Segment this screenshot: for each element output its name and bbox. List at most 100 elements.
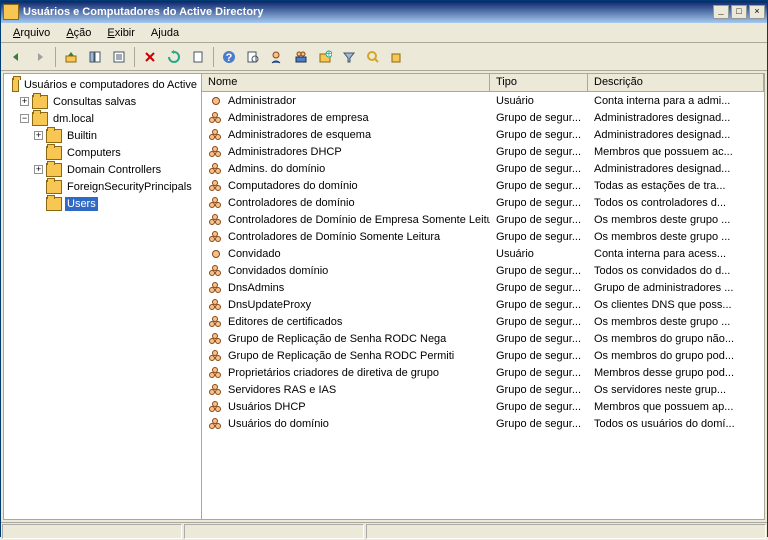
list-panel: Nome Tipo Descrição AdministradorUsuário… xyxy=(202,74,764,519)
group-icon xyxy=(208,280,224,296)
close-button[interactable]: × xyxy=(749,5,765,19)
menu-acao[interactable]: Ação xyxy=(58,25,99,41)
cell-type: Grupo de segur... xyxy=(490,332,588,346)
collapse-icon[interactable]: − xyxy=(20,114,29,123)
list-row[interactable]: Servidores RAS e IASGrupo de segur...Os … xyxy=(202,381,764,398)
delete-button[interactable] xyxy=(139,46,161,68)
cell-desc: Membros desse grupo pod... xyxy=(588,366,764,380)
list-row[interactable]: Controladores de Domínio Somente Leitura… xyxy=(202,228,764,245)
tree-domain[interactable]: − dm.local xyxy=(6,110,199,127)
find-button[interactable] xyxy=(242,46,264,68)
expand-icon[interactable]: + xyxy=(20,97,29,106)
list-row[interactable]: Proprietários criadores de diretiva de g… xyxy=(202,364,764,381)
maximize-button[interactable]: □ xyxy=(731,5,747,19)
tree-domain-controllers[interactable]: + Domain Controllers xyxy=(6,161,199,178)
list-row[interactable]: Controladores de domínioGrupo de segur..… xyxy=(202,194,764,211)
cell-desc: Os membros do grupo não... xyxy=(588,332,764,346)
column-name[interactable]: Nome xyxy=(202,74,490,91)
cell-name: Administrador xyxy=(202,92,490,110)
list-row[interactable]: Administradores de empresaGrupo de segur… xyxy=(202,109,764,126)
forward-button[interactable] xyxy=(29,46,51,68)
expand-icon[interactable]: + xyxy=(34,165,43,174)
folder-icon xyxy=(32,95,48,109)
expand-icon[interactable]: + xyxy=(34,131,43,140)
cell-desc: Os membros deste grupo ... xyxy=(588,315,764,329)
cell-desc: Os membros do grupo pod... xyxy=(588,349,764,363)
title-text: Usuários e Computadores do Active Direct… xyxy=(23,6,711,18)
show-hide-button[interactable] xyxy=(84,46,106,68)
list-row[interactable]: Administradores de esquemaGrupo de segur… xyxy=(202,126,764,143)
list-row[interactable]: DnsAdminsGrupo de segur...Grupo de admin… xyxy=(202,279,764,296)
cell-desc: Os membros deste grupo ... xyxy=(588,230,764,244)
cell-name: Computadores do domínio xyxy=(202,177,490,195)
new-group-icon[interactable] xyxy=(290,46,312,68)
list-body[interactable]: AdministradorUsuárioConta interna para a… xyxy=(202,92,764,519)
list-row[interactable]: DnsUpdateProxyGrupo de segur...Os client… xyxy=(202,296,764,313)
tree-label: ForeignSecurityPrincipals xyxy=(65,180,194,194)
properties-button[interactable] xyxy=(108,46,130,68)
list-row[interactable]: Grupo de Replicação de Senha RODC NegaGr… xyxy=(202,330,764,347)
cell-name: Administradores de esquema xyxy=(202,126,490,144)
help-button[interactable]: ? xyxy=(218,46,240,68)
list-row[interactable]: Usuários DHCPGrupo de segur...Membros qu… xyxy=(202,398,764,415)
cell-desc: Administradores designad... xyxy=(588,128,764,142)
folder-icon xyxy=(32,112,48,126)
cell-desc: Os servidores neste grup... xyxy=(588,383,764,397)
list-row[interactable]: Grupo de Replicação de Senha RODC Permit… xyxy=(202,347,764,364)
refresh-button[interactable] xyxy=(163,46,185,68)
cell-desc: Os clientes DNS que poss... xyxy=(588,298,764,312)
tree-root[interactable]: Usuários e computadores do Active xyxy=(6,76,199,93)
list-row[interactable]: ConvidadoUsuárioConta interna para acess… xyxy=(202,245,764,262)
new-user-icon[interactable] xyxy=(266,46,288,68)
list-row[interactable]: Administradores DHCPGrupo de segur...Mem… xyxy=(202,143,764,160)
tree-foreign-security[interactable]: ForeignSecurityPrincipals xyxy=(6,178,199,195)
menu-arquivo[interactable]: Arquivo xyxy=(5,25,58,41)
cell-name: Convidados domínio xyxy=(202,262,490,280)
menu-exibir[interactable]: Exibir xyxy=(99,25,143,41)
list-row[interactable]: Editores de certificadosGrupo de segur..… xyxy=(202,313,764,330)
svg-text:?: ? xyxy=(226,52,233,64)
main-content: Usuários e computadores do Active + Cons… xyxy=(3,73,765,520)
add-query-icon[interactable] xyxy=(386,46,408,68)
menu-ajuda[interactable]: Ajuda xyxy=(143,25,187,41)
export-button[interactable] xyxy=(187,46,209,68)
cell-name: Proprietários criadores de diretiva de g… xyxy=(202,364,490,382)
tree-panel[interactable]: Usuários e computadores do Active + Cons… xyxy=(4,74,202,519)
search-icon[interactable] xyxy=(362,46,384,68)
cell-type: Grupo de segur... xyxy=(490,383,588,397)
column-type[interactable]: Tipo xyxy=(490,74,588,91)
tree-builtin[interactable]: + Builtin xyxy=(6,127,199,144)
tree-label: Consultas salvas xyxy=(51,95,138,109)
separator xyxy=(55,47,56,67)
cell-name: Controladores de domínio xyxy=(202,194,490,212)
back-button[interactable] xyxy=(5,46,27,68)
list-row[interactable]: Computadores do domínioGrupo de segur...… xyxy=(202,177,764,194)
tree-label: dm.local xyxy=(51,112,96,126)
cell-type: Grupo de segur... xyxy=(490,196,588,210)
cell-type: Grupo de segur... xyxy=(490,315,588,329)
group-icon xyxy=(208,178,224,194)
cell-type: Grupo de segur... xyxy=(490,366,588,380)
list-row[interactable]: Controladores de Domínio de Empresa Some… xyxy=(202,211,764,228)
tree-users[interactable]: Users xyxy=(6,195,199,212)
up-button[interactable] xyxy=(60,46,82,68)
new-ou-icon[interactable]: + xyxy=(314,46,336,68)
cell-type: Grupo de segur... xyxy=(490,264,588,278)
folder-icon xyxy=(46,180,62,194)
list-row[interactable]: Admins. do domínioGrupo de segur...Admin… xyxy=(202,160,764,177)
group-icon xyxy=(208,348,224,364)
list-row[interactable]: AdministradorUsuárioConta interna para a… xyxy=(202,92,764,109)
cell-type: Grupo de segur... xyxy=(490,162,588,176)
filter-icon[interactable] xyxy=(338,46,360,68)
tree-computers[interactable]: Computers xyxy=(6,144,199,161)
column-desc[interactable]: Descrição xyxy=(588,74,764,91)
tree-label: Domain Controllers xyxy=(65,163,163,177)
cell-type: Grupo de segur... xyxy=(490,145,588,159)
cell-type: Usuário xyxy=(490,247,588,261)
tree-label: Usuários e computadores do Active xyxy=(22,78,199,92)
list-row[interactable]: Usuários do domínioGrupo de segur...Todo… xyxy=(202,415,764,432)
list-row[interactable]: Convidados domínioGrupo de segur...Todos… xyxy=(202,262,764,279)
tree-saved-queries[interactable]: + Consultas salvas xyxy=(6,93,199,110)
cell-name: Controladores de Domínio de Empresa Some… xyxy=(202,211,490,229)
minimize-button[interactable]: _ xyxy=(713,5,729,19)
